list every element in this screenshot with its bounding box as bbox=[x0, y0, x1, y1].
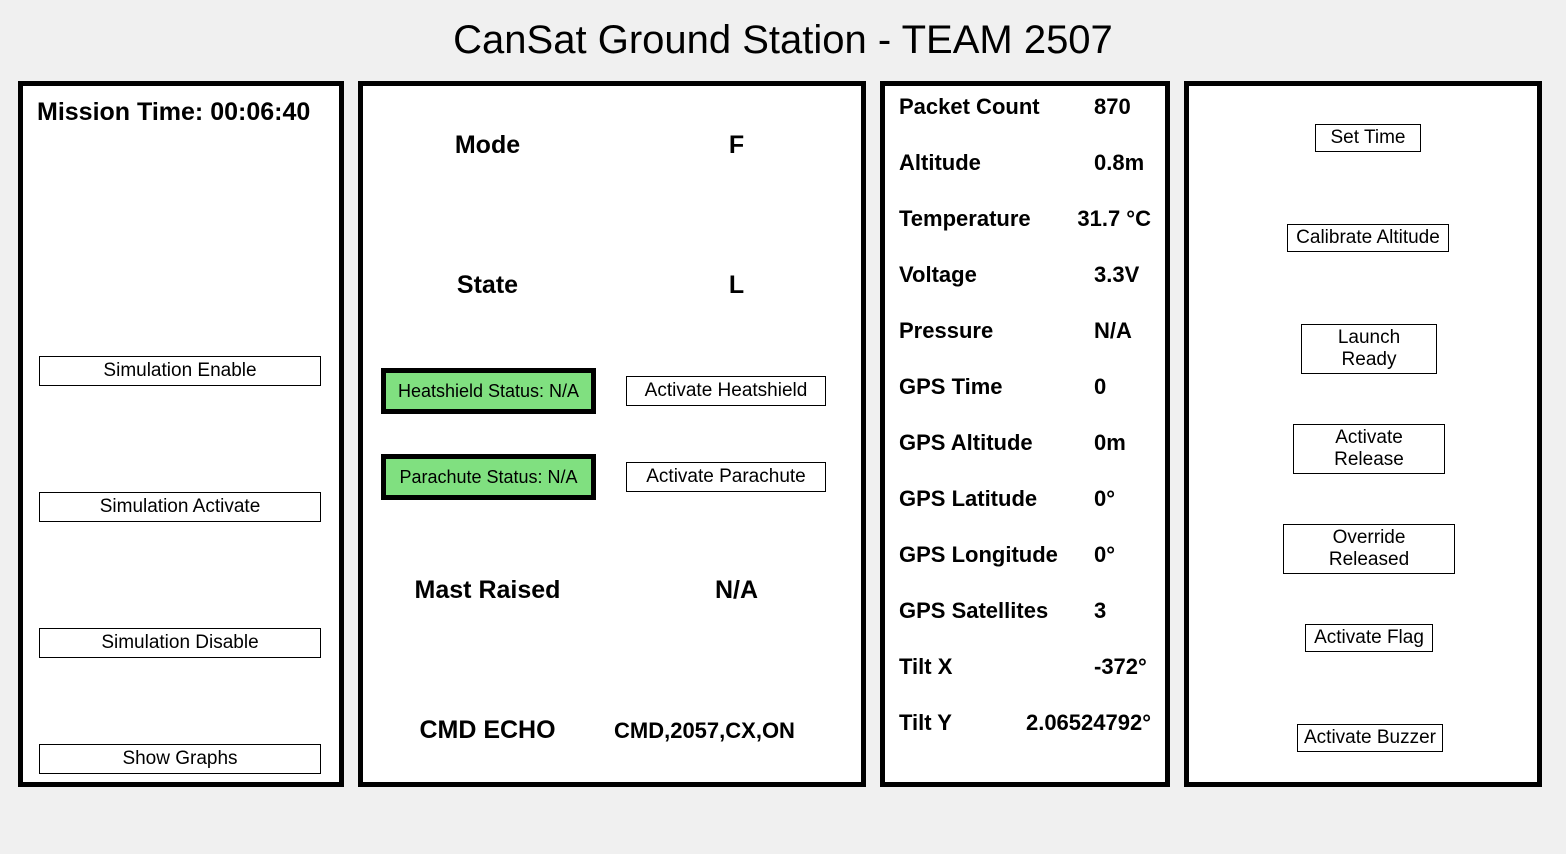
cmd-echo-row: CMD ECHO CMD,2057,CX,ON bbox=[363, 716, 861, 745]
panel-status: Mode F State L Heatshield Status: N/A Ac… bbox=[358, 81, 866, 787]
pressure-label: Pressure bbox=[899, 318, 1094, 344]
simulation-disable-button[interactable]: Simulation Disable bbox=[39, 628, 321, 658]
calibrate-altitude-button[interactable]: Calibrate Altitude bbox=[1287, 224, 1449, 252]
simulation-enable-button[interactable]: Simulation Enable bbox=[39, 356, 321, 386]
activate-release-button[interactable]: Activate Release bbox=[1293, 424, 1445, 474]
telemetry-gps-longitude: GPS Longitude 0° bbox=[899, 542, 1151, 568]
cmd-echo-value: CMD,2057,CX,ON bbox=[612, 718, 861, 744]
app-root: CanSat Ground Station - TEAM 2507 Missio… bbox=[0, 0, 1566, 807]
temperature-label: Temperature bbox=[899, 206, 1077, 232]
telemetry-pressure: Pressure N/A bbox=[899, 318, 1151, 344]
state-value: L bbox=[612, 271, 861, 300]
gps-altitude-label: GPS Altitude bbox=[899, 430, 1094, 456]
pressure-value: N/A bbox=[1094, 318, 1132, 344]
mast-value: N/A bbox=[612, 576, 861, 605]
packet-count-value: 870 bbox=[1094, 94, 1131, 120]
heatshield-status-badge: Heatshield Status: N/A bbox=[381, 368, 596, 414]
tilt-x-value: -372° bbox=[1094, 654, 1147, 680]
gps-time-value: 0 bbox=[1094, 374, 1106, 400]
mast-row: Mast Raised N/A bbox=[363, 576, 861, 605]
state-label: State bbox=[363, 271, 612, 300]
gps-satellites-value: 3 bbox=[1094, 598, 1106, 624]
telemetry-tilt-x: Tilt X -372° bbox=[899, 654, 1151, 680]
telemetry-voltage: Voltage 3.3V bbox=[899, 262, 1151, 288]
telemetry-temperature: Temperature 31.7 °C bbox=[899, 206, 1151, 232]
parachute-row: Parachute Status: N/A Activate Parachute bbox=[363, 454, 861, 500]
parachute-status-badge: Parachute Status: N/A bbox=[381, 454, 596, 500]
altitude-label: Altitude bbox=[899, 150, 1094, 176]
gps-latitude-value: 0° bbox=[1094, 486, 1115, 512]
gps-satellites-label: GPS Satellites bbox=[899, 598, 1094, 624]
telemetry-gps-altitude: GPS Altitude 0m bbox=[899, 430, 1151, 456]
telemetry-gps-satellites: GPS Satellites 3 bbox=[899, 598, 1151, 624]
activate-buzzer-button[interactable]: Activate Buzzer bbox=[1297, 724, 1443, 752]
mission-time-value: 00:06:40 bbox=[210, 98, 310, 126]
tilt-x-label: Tilt X bbox=[899, 654, 1094, 680]
mast-label: Mast Raised bbox=[363, 576, 612, 605]
gps-longitude-label: GPS Longitude bbox=[899, 542, 1094, 568]
cmd-echo-label: CMD ECHO bbox=[363, 716, 612, 745]
launch-ready-button[interactable]: Launch Ready bbox=[1301, 324, 1437, 374]
temperature-value: 31.7 °C bbox=[1077, 206, 1151, 232]
telemetry-packet-count: Packet Count 870 bbox=[899, 94, 1151, 120]
telemetry-gps-latitude: GPS Latitude 0° bbox=[899, 486, 1151, 512]
panel-telemetry: Packet Count 870 Altitude 0.8m Temperatu… bbox=[880, 81, 1170, 787]
heatshield-row: Heatshield Status: N/A Activate Heatshie… bbox=[363, 368, 861, 414]
override-released-button[interactable]: Override Released bbox=[1283, 524, 1455, 574]
panel-mission-sim: Mission Time: 00:06:40 Simulation Enable… bbox=[18, 81, 344, 787]
activate-flag-button[interactable]: Activate Flag bbox=[1305, 624, 1433, 652]
state-row: State L bbox=[363, 271, 861, 300]
mode-label: Mode bbox=[363, 131, 612, 160]
panel-controls: Set Time Calibrate Altitude Launch Ready… bbox=[1184, 81, 1542, 787]
mission-time-label: Mission Time: bbox=[37, 98, 203, 126]
activate-heatshield-button[interactable]: Activate Heatshield bbox=[626, 376, 826, 406]
tilt-y-value: 2.06524792° bbox=[1026, 710, 1151, 736]
voltage-value: 3.3V bbox=[1094, 262, 1139, 288]
packet-count-label: Packet Count bbox=[899, 94, 1094, 120]
telemetry-altitude: Altitude 0.8m bbox=[899, 150, 1151, 176]
telemetry-tilt-y: Tilt Y 2.06524792° bbox=[899, 710, 1151, 736]
columns: Mission Time: 00:06:40 Simulation Enable… bbox=[18, 81, 1548, 787]
mission-time: Mission Time: 00:06:40 bbox=[37, 98, 327, 127]
gps-time-label: GPS Time bbox=[899, 374, 1094, 400]
gps-longitude-value: 0° bbox=[1094, 542, 1115, 568]
activate-parachute-button[interactable]: Activate Parachute bbox=[626, 462, 826, 492]
simulation-activate-button[interactable]: Simulation Activate bbox=[39, 492, 321, 522]
page-title: CanSat Ground Station - TEAM 2507 bbox=[18, 18, 1548, 63]
gps-altitude-value: 0m bbox=[1094, 430, 1126, 456]
tilt-y-label: Tilt Y bbox=[899, 710, 1026, 736]
mode-value: F bbox=[612, 131, 861, 160]
voltage-label: Voltage bbox=[899, 262, 1094, 288]
gps-latitude-label: GPS Latitude bbox=[899, 486, 1094, 512]
show-graphs-button[interactable]: Show Graphs bbox=[39, 744, 321, 774]
telemetry-gps-time: GPS Time 0 bbox=[899, 374, 1151, 400]
mode-row: Mode F bbox=[363, 131, 861, 160]
set-time-button[interactable]: Set Time bbox=[1315, 124, 1421, 152]
altitude-value: 0.8m bbox=[1094, 150, 1144, 176]
